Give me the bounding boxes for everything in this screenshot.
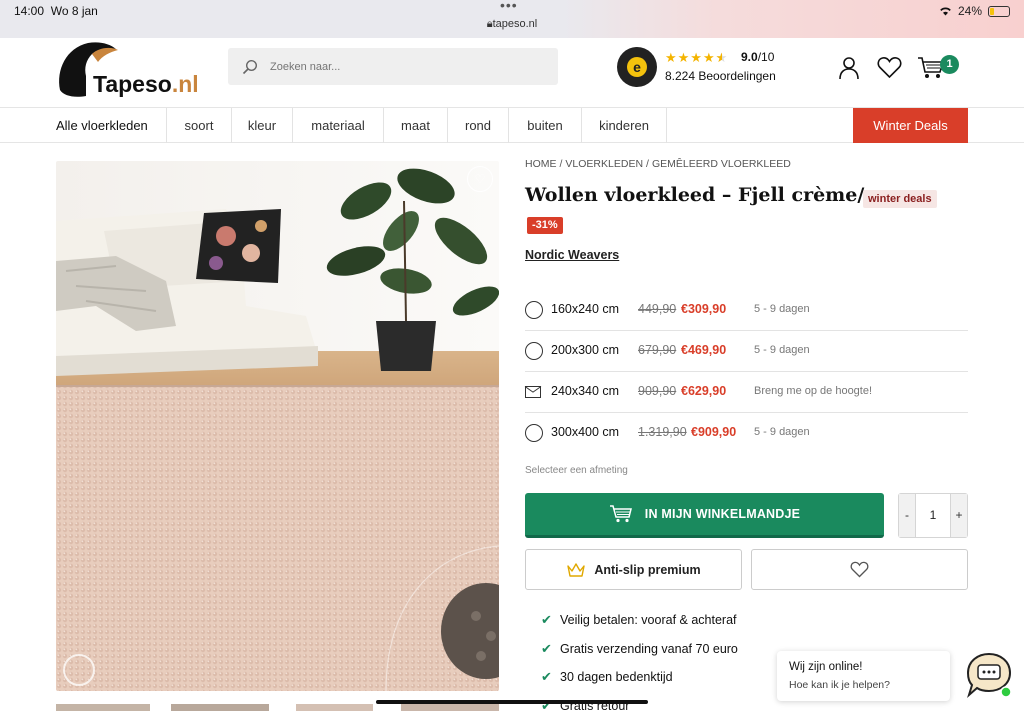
- old-price: 449,90: [638, 302, 677, 316]
- winter-deals-tag: winter deals: [863, 190, 937, 208]
- review-count: 8.224 Beoordelingen: [665, 69, 776, 83]
- usp-item: ✔ Veilig betalen: vooraf & achteraf: [541, 610, 738, 639]
- radio-button[interactable]: [525, 424, 543, 442]
- delivery-time: 5 - 9 dagen: [754, 343, 810, 356]
- nav-item-kleur[interactable]: kleur: [232, 108, 293, 143]
- crown-icon: [567, 562, 586, 577]
- size-hint: Selecteer een afmeting: [525, 465, 628, 476]
- search-box[interactable]: [228, 48, 558, 85]
- product-image[interactable]: [56, 161, 499, 691]
- check-icon: ✔: [541, 640, 552, 656]
- image-thumbnails: [56, 704, 499, 711]
- radio-button[interactable]: [525, 342, 543, 360]
- brand-link[interactable]: Nordic Weavers: [525, 248, 619, 262]
- quantity-input[interactable]: 1: [916, 494, 950, 537]
- cart-icon: [609, 505, 632, 523]
- status-bar: 14:00 Wo 8 jan ••• 🔒︎tapeso.nl 24%: [0, 0, 1024, 38]
- nav-item-materiaal[interactable]: materiaal: [293, 108, 384, 143]
- quantity-increase-button[interactable]: +: [950, 494, 967, 537]
- address-bar[interactable]: 🔒︎tapeso.nl: [0, 18, 1024, 31]
- sale-price: €309,90: [681, 302, 727, 316]
- breadcrumb-gemeleerd[interactable]: GEMÊLEERD VLOERKLEED: [652, 158, 791, 170]
- rating-score: 9.0/10: [741, 50, 775, 64]
- check-icon: ✔: [541, 669, 552, 685]
- chat-title: Wij zijn online!: [789, 661, 863, 673]
- nav-item-rond[interactable]: rond: [448, 108, 509, 143]
- nav-item-buiten[interactable]: buiten: [509, 108, 582, 143]
- check-icon: ✔: [541, 612, 552, 627]
- rating-stars: ★★★★★★: [665, 50, 729, 65]
- zoom-icon[interactable]: [63, 654, 95, 686]
- site-header: Tapeso.nl e ★★★★★★ 9.0/10 8.224 Beoordel…: [0, 38, 1024, 108]
- more-dots-icon[interactable]: •••: [500, 0, 518, 13]
- wifi-icon: [940, 7, 951, 16]
- add-to-cart-label: IN MIJN WINKELMANDJE: [644, 507, 801, 521]
- anti-slip-button[interactable]: Anti-slip premium: [525, 549, 742, 590]
- size-options: 160x240 cm 449,90 €309,90 5 - 9 dagen 20…: [525, 290, 968, 454]
- delivery-time: 5 - 9 dagen: [754, 425, 810, 438]
- size-label: 160x240 cm: [551, 302, 620, 316]
- nav-item-maat[interactable]: maat: [384, 108, 448, 143]
- battery-icon: [988, 5, 1010, 17]
- sale-price: €629,90: [681, 384, 727, 398]
- size-option-200x300[interactable]: 200x300 cm 679,90 €469,90 5 - 9 dagen: [525, 331, 968, 372]
- status-indicators: 24%: [939, 4, 1010, 18]
- discount-badge: -31%: [527, 217, 563, 234]
- sale-price: €469,90: [681, 343, 727, 357]
- chat-subtitle: Hoe kan ik je helpen?: [789, 679, 890, 691]
- trusted-shops-rating[interactable]: e ★★★★★★ 9.0/10 8.224 Beoordelingen: [617, 47, 807, 87]
- breadcrumb-vloerkleden[interactable]: VLOERKLEDEN: [565, 158, 643, 170]
- nav-item-soort[interactable]: soort: [167, 108, 232, 143]
- logo-wordmark: Tapeso.nl: [93, 71, 199, 97]
- image-favorite-icon[interactable]: ♡: [467, 166, 493, 192]
- product-title: Wollen vloerkleed – Fjell crème/roze: [525, 184, 910, 206]
- status-time: 14:00 Wo 8 jan: [14, 4, 98, 18]
- thumbnail[interactable]: [56, 704, 150, 711]
- thumbnail[interactable]: [296, 704, 373, 711]
- trusted-shops-seal-icon: e: [617, 47, 657, 87]
- tapeso-logo[interactable]: Tapeso.nl: [56, 40, 206, 102]
- chat-icon[interactable]: [964, 651, 1014, 699]
- heart-icon: [850, 561, 869, 578]
- sale-price: €909,90: [691, 425, 737, 439]
- add-to-cart-button[interactable]: IN MIJN WINKELMANDJE: [525, 493, 884, 538]
- search-icon: [242, 59, 258, 75]
- nav-item-alle-vloerkleden[interactable]: Alle vloerkleden: [56, 108, 167, 143]
- winter-deals-button[interactable]: Winter Deals: [853, 108, 968, 143]
- old-price: 679,90: [638, 343, 677, 357]
- usp-list: ✔ Veilig betalen: vooraf & achteraf ✔ Grat…: [541, 610, 738, 711]
- thumbnail[interactable]: [401, 704, 499, 711]
- quantity-decrease-button[interactable]: -: [899, 494, 916, 537]
- home-indicator[interactable]: [376, 700, 648, 704]
- chat-popup[interactable]: Wij zijn online! Hoe kan ik je helpen?: [777, 651, 950, 701]
- size-label: 240x340 cm: [551, 384, 620, 398]
- breadcrumb-home[interactable]: HOME: [525, 158, 557, 170]
- size-label: 200x300 cm: [551, 343, 620, 357]
- add-to-wishlist-button[interactable]: [751, 549, 968, 590]
- size-option-160x240[interactable]: 160x240 cm 449,90 €309,90 5 - 9 dagen: [525, 290, 968, 331]
- old-price: 909,90: [638, 384, 677, 398]
- notify-me-link[interactable]: Breng me op de hoogte!: [754, 385, 872, 397]
- wishlist-heart-icon[interactable]: [877, 56, 902, 79]
- quantity-stepper: - 1 +: [898, 493, 968, 538]
- size-label: 300x400 cm: [551, 425, 620, 439]
- category-nav: Alle vloerkleden soort kleur materiaal m…: [0, 108, 1024, 143]
- anti-slip-label: Anti-slip premium: [594, 562, 701, 577]
- battery-percent: 24%: [957, 4, 982, 18]
- rug-photo-illustration: [56, 161, 499, 691]
- size-option-240x340[interactable]: 240x340 cm 909,90 €629,90 Breng me op de…: [525, 372, 968, 413]
- radio-button[interactable]: [525, 301, 543, 319]
- account-icon[interactable]: [838, 56, 860, 80]
- usp-item: ✔ Gratis verzending vanaf 70 euro: [541, 639, 738, 668]
- old-price: 1.319,90: [638, 425, 687, 439]
- thumbnail[interactable]: [171, 704, 269, 711]
- nav-item-kinderen[interactable]: kinderen: [582, 108, 667, 143]
- size-option-300x400[interactable]: 300x400 cm 1.319,90 €909,90 5 - 9 dagen: [525, 413, 968, 454]
- cart-count-badge[interactable]: 1: [940, 55, 959, 74]
- mail-icon[interactable]: [525, 386, 541, 398]
- delivery-time: 5 - 9 dagen: [754, 302, 810, 315]
- usp-item: ✔ 30 dagen bedenktijd: [541, 667, 738, 696]
- search-input[interactable]: [270, 56, 540, 78]
- breadcrumb: HOME / VLOERKLEDEN / GEMÊLEERD VLOERKLEED: [525, 158, 791, 170]
